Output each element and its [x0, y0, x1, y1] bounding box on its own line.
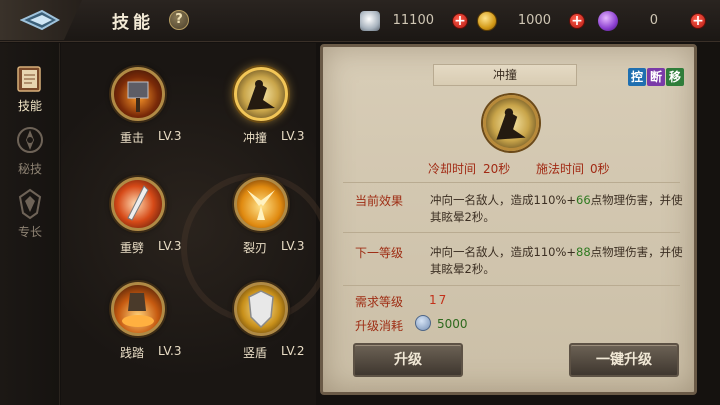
left-nav: 技能 秘技 专长	[0, 43, 60, 405]
back-arrow-icon	[20, 9, 60, 31]
resource-crystal: 0 +	[598, 11, 708, 31]
divider	[343, 285, 680, 286]
skill-detail-panel: 冲撞 控断移 冷却时间 20秒 施法时间 0秒 当前效果 冲向一名敌人，造成11…	[320, 44, 697, 395]
skill-name: 竖盾	[243, 346, 268, 360]
tag-move: 移	[666, 68, 684, 86]
stomp-icon	[111, 282, 165, 336]
tag-control: 控	[628, 68, 646, 86]
current-effect-text: 冲向一名敌人，造成110%+66点物理伤害，并使其眩晕2秒。	[430, 193, 683, 224]
silver-coin-icon	[415, 315, 431, 331]
skill-level: LV.3	[158, 344, 182, 358]
upgrade-all-button[interactable]: 一键升级	[569, 343, 679, 377]
tag-interrupt: 断	[647, 68, 665, 86]
next-level-text: 冲向一名敌人，造成110%+88点物理伤害，并使其眩晕2秒。	[430, 245, 683, 276]
upgrade-cost-label: 升级消耗	[355, 319, 404, 333]
nav-item-secret[interactable]: 秘技	[0, 120, 60, 180]
skill-item-stomp[interactable]: 践踏 LV.3	[96, 282, 206, 382]
skill-grid: 重击 LV.3 冲撞 LV.3 重劈 LV.3 裂刃 LV.3 践踏 LV.3	[61, 43, 331, 405]
book-icon	[17, 66, 41, 92]
split-blade-icon	[234, 177, 288, 231]
page-title: 技能	[112, 13, 154, 33]
skill-level: LV.3	[158, 129, 182, 143]
skill-name: 重劈	[120, 241, 145, 255]
top-bar: 技能 ? 11100 + 1000 + 0 +	[0, 0, 720, 42]
divider	[343, 182, 680, 183]
charge-icon	[234, 67, 288, 121]
crystal-value: 0	[649, 13, 658, 28]
cooldown-value: 20秒	[483, 162, 511, 176]
skill-level: LV.3	[281, 239, 305, 253]
skill-item-heavy-slash[interactable]: 重劈 LV.3	[96, 177, 206, 277]
resource-diamond: 11100 +	[360, 11, 470, 31]
skill-detail-title: 冲撞	[433, 64, 577, 86]
heavy-strike-icon	[111, 67, 165, 121]
skill-level: LV.3	[281, 129, 305, 143]
nav-label-skills: 技能	[17, 99, 42, 113]
skill-level: LV.2	[281, 344, 305, 358]
skill-level: LV.3	[158, 239, 182, 253]
skill-item-charge[interactable]: 冲撞 LV.3	[219, 67, 329, 167]
cast-time-label: 施法时间	[536, 162, 585, 176]
gold-value: 1000	[517, 13, 551, 28]
skill-name: 重击	[120, 131, 145, 145]
next-level-label: 下一等级	[355, 246, 404, 260]
cooldown-label: 冷却时间	[428, 162, 477, 176]
upgrade-cost-value: 5000	[437, 317, 468, 331]
upgrade-button[interactable]: 升级	[353, 343, 463, 377]
current-effect-label: 当前效果	[355, 194, 404, 208]
charge-icon	[496, 108, 526, 140]
skill-item-heavy-strike[interactable]: 重击 LV.3	[96, 67, 206, 167]
back-button[interactable]	[0, 0, 82, 40]
skill-name: 践踏	[120, 346, 145, 360]
diamond-value: 11100	[392, 13, 434, 28]
help-button[interactable]: ?	[169, 10, 189, 30]
add-gold-button[interactable]: +	[569, 13, 585, 29]
required-level-label: 需求等级	[355, 295, 404, 309]
nav-label-secret: 秘技	[17, 162, 42, 176]
skill-item-shield[interactable]: 竖盾 LV.2	[219, 282, 329, 382]
add-crystal-button[interactable]: +	[690, 13, 706, 29]
skill-tags: 控断移	[628, 66, 685, 86]
resource-gold: 1000 +	[477, 11, 587, 31]
secret-emblem-icon	[17, 127, 43, 153]
skill-name: 裂刃	[243, 241, 268, 255]
skill-item-split-blade[interactable]: 裂刃 LV.3	[219, 177, 329, 277]
right-edge-decoration	[700, 43, 720, 405]
heavy-slash-icon	[111, 177, 165, 231]
cast-time-value: 0秒	[590, 162, 610, 176]
nav-item-specialty[interactable]: 专长	[0, 183, 60, 243]
nav-label-specialty: 专长	[17, 225, 42, 239]
divider	[343, 232, 680, 233]
skill-name: 冲撞	[243, 131, 268, 145]
next-bonus-value: 88	[576, 245, 591, 259]
shield-icon	[234, 282, 288, 336]
specialty-emblem-icon	[18, 188, 42, 220]
add-diamond-button[interactable]: +	[452, 13, 468, 29]
nav-item-skills[interactable]: 技能	[0, 57, 60, 117]
current-bonus-value: 66	[576, 193, 591, 207]
required-level-value: 17	[429, 293, 449, 307]
skill-detail-icon	[483, 95, 539, 151]
